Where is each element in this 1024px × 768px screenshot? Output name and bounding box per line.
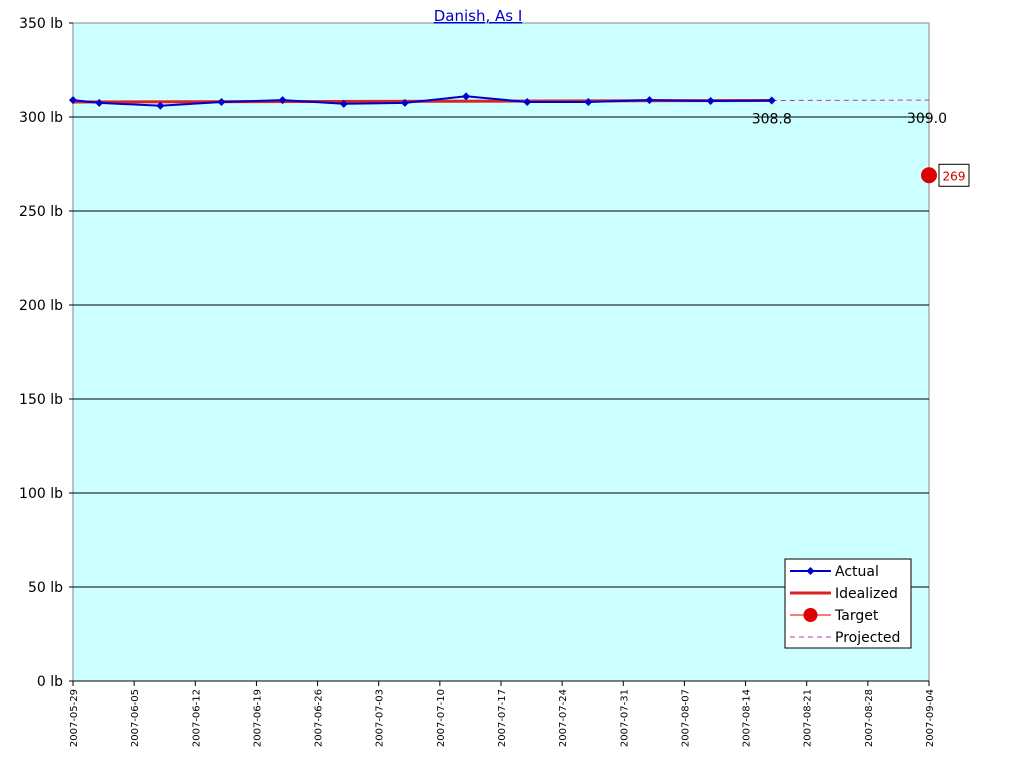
- weight-chart: 0 lb 50 lb 100 lb 150 lb 200 lb 250 lb 300 lb 3…: [19, 7, 970, 747]
- legend: Actual Idealized Target Projected: [784, 558, 912, 649]
- legend-marker-target: [803, 608, 818, 622]
- value-annotation: 309.0: [907, 111, 947, 127]
- x-tick-label: 2007-07-17: [497, 689, 508, 747]
- y-tick-label: 100 lb: [19, 486, 63, 502]
- y-axis-ticks: 0 lb 50 lb 100 lb 150 lb 200 lb 250 lb 300 lb 3…: [19, 16, 73, 690]
- x-tick-label: 2007-07-10: [436, 689, 447, 747]
- x-tick-label: 2007-08-14: [742, 689, 753, 747]
- value-annotation: 308.8: [752, 111, 792, 127]
- x-tick-label: 2007-08-21: [803, 689, 814, 747]
- target-label: 269: [943, 169, 966, 183]
- legend-label: Projected: [835, 630, 900, 646]
- y-tick-label: 300 lb: [19, 110, 63, 126]
- legend-label: Actual: [835, 564, 879, 580]
- y-tick-label: 150 lb: [19, 392, 63, 408]
- x-tick-label: 2007-09-04: [925, 689, 936, 747]
- x-tick-label: 2007-07-03: [375, 689, 386, 747]
- x-tick-label: 2007-06-12: [191, 689, 202, 747]
- y-tick-label: 200 lb: [19, 298, 63, 314]
- legend-label: Target: [834, 608, 879, 624]
- target-point: [921, 167, 937, 184]
- x-tick-label: 2007-05-29: [69, 689, 80, 747]
- y-tick-label: 0 lb: [37, 674, 63, 690]
- x-tick-label: 2007-07-24: [558, 689, 569, 747]
- x-tick-label: 2007-08-07: [680, 689, 691, 747]
- x-tick-label: 2007-08-28: [864, 689, 875, 747]
- chart-title-link[interactable]: Danish, As I: [434, 7, 523, 25]
- x-axis-ticks: 2007-05-29 2007-06-05 2007-06-12 2007-06-19…: [69, 680, 936, 747]
- x-tick-label: 2007-06-26: [314, 689, 325, 747]
- legend-label: Idealized: [835, 586, 898, 602]
- y-tick-label: 350 lb: [19, 16, 63, 32]
- x-tick-label: 2007-06-05: [130, 689, 141, 747]
- x-tick-label: 2007-06-19: [252, 689, 263, 747]
- x-tick-label: 2007-07-31: [619, 689, 630, 747]
- y-tick-label: 50 lb: [28, 580, 63, 596]
- y-tick-label: 250 lb: [19, 204, 63, 220]
